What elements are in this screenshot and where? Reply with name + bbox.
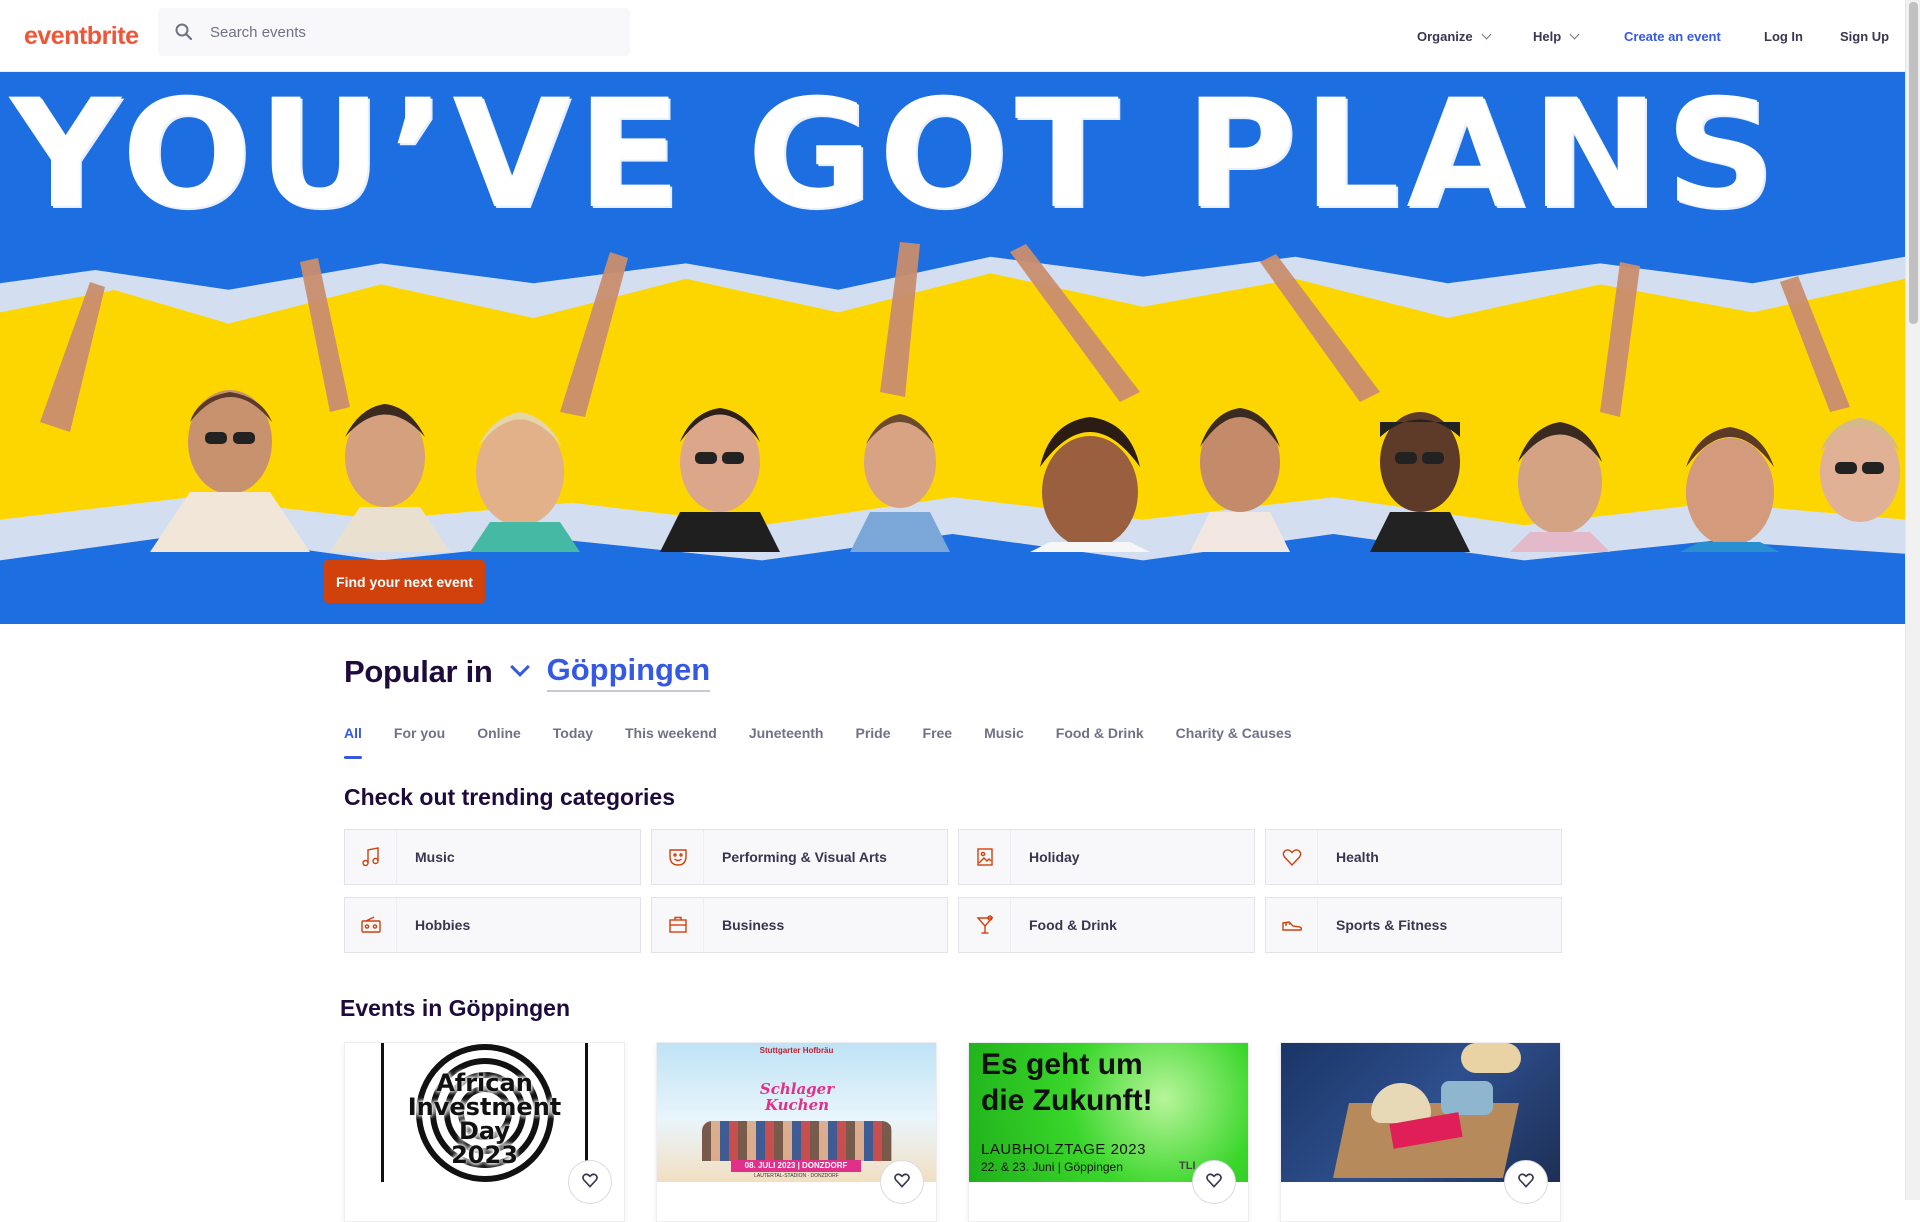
hero-banner: YOU’VE GOT PLANS Find your next event xyxy=(0,72,1905,624)
eventbrite-logo[interactable]: eventbrite xyxy=(24,22,139,51)
tab-juneteenth[interactable]: Juneteenth xyxy=(749,725,824,757)
create-event-link[interactable]: Create an event xyxy=(1624,0,1721,72)
popular-in-heading: Popular in Göppingen xyxy=(344,652,711,692)
top-header: eventbrite Organize Help Create an event… xyxy=(0,0,1905,72)
event-image-text: 08. JULI 2023 | DONZDORF xyxy=(731,1160,861,1172)
heart-icon xyxy=(1517,1171,1535,1194)
filter-tabs: All For you Online Today This weekend Ju… xyxy=(344,725,1324,759)
sneaker-icon xyxy=(1266,898,1318,952)
tab-online[interactable]: Online xyxy=(477,725,521,757)
tab-for-you[interactable]: For you xyxy=(394,725,445,757)
event-card[interactable]: Stuttgarter Hofbräu Schlager Kuchen 08. … xyxy=(656,1042,937,1222)
category-performing-visual-arts[interactable]: Performing & Visual Arts xyxy=(651,829,948,885)
category-label: Holiday xyxy=(1029,849,1080,865)
chevron-down-icon xyxy=(1481,29,1492,40)
category-health[interactable]: Health xyxy=(1265,829,1562,885)
event-image-text: Es geht um xyxy=(981,1048,1143,1081)
trending-categories-title: Check out trending categories xyxy=(344,784,676,810)
scrollbar-thumb[interactable] xyxy=(1909,2,1918,324)
tab-food-drink[interactable]: Food & Drink xyxy=(1056,725,1144,757)
hero-headline: YOU’VE GOT PLANS xyxy=(10,72,1782,242)
like-button[interactable] xyxy=(880,1160,924,1204)
tab-pride[interactable]: Pride xyxy=(856,725,891,757)
search-icon xyxy=(174,22,194,42)
category-label: Performing & Visual Arts xyxy=(722,849,887,865)
category-label: Sports & Fitness xyxy=(1336,917,1448,933)
heart-icon xyxy=(581,1171,599,1194)
signup-link[interactable]: Sign Up xyxy=(1840,0,1889,72)
event-image-text: TLI xyxy=(1179,1160,1196,1172)
chevron-down-icon[interactable] xyxy=(509,657,530,677)
like-button[interactable] xyxy=(568,1160,612,1204)
popular-label: Popular in xyxy=(344,654,493,689)
login-link[interactable]: Log In xyxy=(1764,0,1803,72)
nav-organize[interactable]: Organize xyxy=(1417,0,1492,72)
search-input[interactable] xyxy=(210,23,610,41)
event-card[interactable]: African Investment Day 2023 xyxy=(344,1042,625,1222)
category-business[interactable]: Business xyxy=(651,897,948,953)
event-card[interactable]: Es geht um die Zukunft! LAUBHOLZTAGE 202… xyxy=(968,1042,1249,1222)
tab-this-weekend[interactable]: This weekend xyxy=(625,725,717,757)
theater-mask-icon xyxy=(652,830,704,884)
find-next-event-button[interactable]: Find your next event xyxy=(324,560,485,603)
tab-today[interactable]: Today xyxy=(553,725,593,757)
event-image-text: Schlager Kuchen xyxy=(759,1080,835,1114)
location-selector[interactable]: Göppingen xyxy=(546,652,711,692)
nav-help[interactable]: Help xyxy=(1533,0,1580,72)
page-scrollbar[interactable] xyxy=(1905,0,1920,1200)
tab-all[interactable]: All xyxy=(344,725,362,759)
event-image-text: die Zukunft! xyxy=(981,1084,1153,1117)
like-button[interactable] xyxy=(1192,1160,1236,1204)
category-grid: Music Performing & Visual Arts Holiday H… xyxy=(344,829,1562,953)
crowd-photo xyxy=(40,242,1900,552)
music-note-icon xyxy=(345,830,397,884)
category-holiday[interactable]: Holiday xyxy=(958,829,1255,885)
event-image-text: Stuttgarter Hofbräu xyxy=(759,1046,834,1055)
event-image-text: Day xyxy=(458,1117,511,1145)
category-music[interactable]: Music xyxy=(344,829,641,885)
heart-icon xyxy=(893,1171,911,1194)
event-image-text: LAUBHOLZTAGE 2023 xyxy=(981,1141,1146,1158)
radio-icon xyxy=(345,898,397,952)
event-cards: African Investment Day 2023 Stuttgarter … xyxy=(344,1042,1561,1222)
chevron-down-icon xyxy=(1569,29,1580,40)
event-image-text: 22. & 23. Juni | Göppingen xyxy=(981,1160,1123,1174)
category-label: Business xyxy=(722,917,785,933)
event-image-text: Investment xyxy=(407,1093,562,1121)
event-image-text: African xyxy=(436,1069,533,1097)
category-label: Hobbies xyxy=(415,917,471,933)
like-button[interactable] xyxy=(1504,1160,1548,1204)
category-label: Health xyxy=(1336,849,1379,865)
category-food-drink[interactable]: Food & Drink xyxy=(958,897,1255,953)
tab-charity-causes[interactable]: Charity & Causes xyxy=(1176,725,1292,757)
category-label: Food & Drink xyxy=(1029,917,1117,933)
category-label: Music xyxy=(415,849,455,865)
image-frame-icon xyxy=(959,830,1011,884)
event-card[interactable] xyxy=(1280,1042,1561,1222)
heart-icon xyxy=(1266,830,1318,884)
category-hobbies[interactable]: Hobbies xyxy=(344,897,641,953)
cocktail-icon xyxy=(959,898,1011,952)
events-section-title: Events in Göppingen xyxy=(340,995,571,1021)
tab-music[interactable]: Music xyxy=(984,725,1024,757)
heart-icon xyxy=(1205,1171,1223,1194)
category-sports-fitness[interactable]: Sports & Fitness xyxy=(1265,897,1562,953)
nav-organize-label: Organize xyxy=(1417,28,1473,44)
nav-help-label: Help xyxy=(1533,28,1562,44)
tab-free[interactable]: Free xyxy=(923,725,953,757)
search-bar[interactable] xyxy=(158,8,630,56)
briefcase-icon xyxy=(652,898,704,952)
